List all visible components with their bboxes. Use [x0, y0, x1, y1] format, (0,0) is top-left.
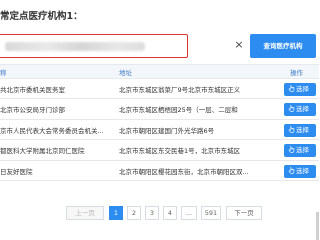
- select-button[interactable]: 选择: [284, 144, 316, 158]
- clear-input-button[interactable]: ×: [233, 37, 245, 53]
- hospital-name: 共北京市委机关医务室: [0, 86, 65, 94]
- hand-pointer-icon: [288, 146, 295, 153]
- select-label: 选择: [296, 85, 309, 93]
- page-button-3[interactable]: 3: [145, 206, 159, 220]
- search-input[interactable]: [0, 34, 188, 58]
- hospital-address: 北京市朝阳区樱花园东街，北京市朝阳区双...: [119, 167, 249, 176]
- hospital-address: 北京市东城区东交民巷1号，北京市东城区: [119, 147, 241, 156]
- hospital-name: 北京市公安局牙门诊部: [0, 106, 65, 115]
- select-button[interactable]: 选择: [284, 123, 316, 137]
- table-row: 共北京市委机关医务室 北京市东城区翁菜厂9号北京市东城区正义 选择: [0, 79, 319, 100]
- table-row: 日友好医院 北京市朝阳区樱花园东街，北京市朝阳区双... 选择: [0, 161, 319, 181]
- hospital-address: 北京市东城区栖梧园25号（一层、二层和: [119, 106, 238, 115]
- header-address: 地址: [119, 69, 132, 77]
- select-button[interactable]: 选择: [284, 103, 316, 117]
- select-label: 选择: [296, 146, 309, 155]
- page-button-4[interactable]: 4: [163, 206, 177, 220]
- select-button[interactable]: 选择: [284, 83, 316, 96]
- blurred-input-value: [5, 42, 145, 51]
- hand-pointer-icon: [288, 84, 295, 92]
- prev-page-button[interactable]: 上一页: [66, 206, 104, 220]
- select-label: 选择: [296, 125, 309, 134]
- hospital-address: 北京市东城区翁菜厂9号北京市东城区正义: [119, 86, 241, 94]
- select-button[interactable]: 选择: [284, 164, 316, 178]
- search-hospital-button[interactable]: 查询医疗机构: [250, 34, 316, 58]
- hospital-name: 日友好医院: [0, 167, 33, 176]
- hand-pointer-icon: [288, 166, 295, 174]
- page-button-591[interactable]: 591: [201, 206, 221, 220]
- hand-pointer-icon: [288, 105, 295, 113]
- header-operation: 操作: [290, 69, 303, 77]
- hospital-name: 都医科大学附属北京同仁医院: [0, 147, 85, 156]
- hospital-table: 称 地址 操作 共北京市委机关医务室 北京市东城区翁菜厂9号北京市东城区正义 选…: [0, 64, 319, 181]
- table-row: 都医科大学附属北京同仁医院 北京市东城区东交民巷1号，北京市东城区 选择: [0, 140, 319, 161]
- table-row: 京市人民代表大会常务委员会机关... 北京市朝阳区建国门外光华路6号 选择: [0, 120, 319, 141]
- page-button-2[interactable]: 2: [127, 206, 141, 220]
- next-page-button[interactable]: 下一页: [226, 206, 262, 220]
- scrollbar[interactable]: [316, 212, 319, 240]
- select-label: 选择: [296, 166, 309, 175]
- hand-pointer-icon: [288, 125, 295, 133]
- hospital-address: 北京市朝阳区建国门外光华路6号: [119, 126, 215, 135]
- page-button-1[interactable]: 1: [109, 206, 123, 220]
- hospital-name: 京市人民代表大会常务委员会机关...: [0, 126, 104, 135]
- table-row: 北京市公安局牙门诊部 北京市东城区栖梧园25号（一层、二层和 选择: [0, 99, 319, 120]
- header-name: 称: [0, 69, 7, 77]
- search-row: × 查询医疗机构: [0, 34, 319, 58]
- page-ellipsis: ...: [181, 206, 197, 220]
- dialog-title: 常定点医疗机构1：: [0, 11, 83, 22]
- table-header: 称 地址 操作: [0, 64, 319, 79]
- select-label: 选择: [296, 105, 309, 114]
